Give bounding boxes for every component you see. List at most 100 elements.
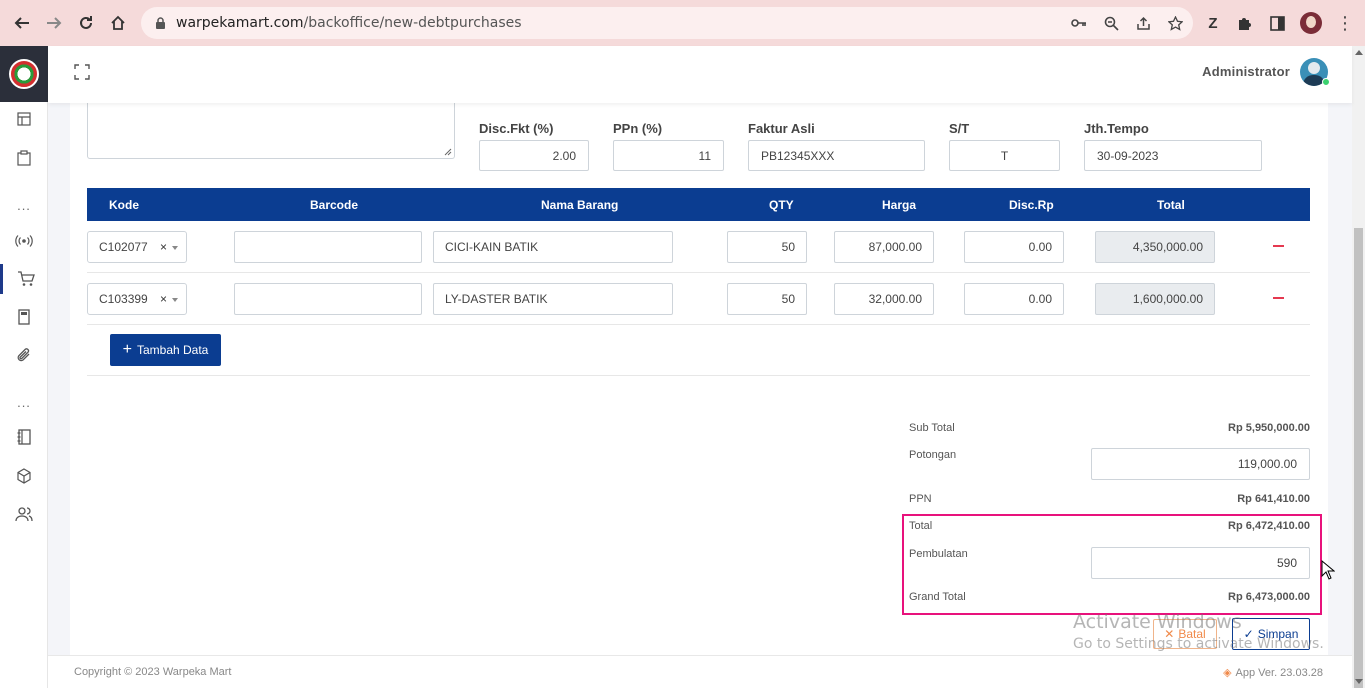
harga-input[interactable]: 87,000.00 (834, 231, 934, 263)
resize-grip-icon[interactable] (444, 148, 452, 156)
qty-input[interactable]: 50 (727, 231, 807, 263)
sidebar-section-dots-2: ... (17, 395, 31, 410)
remove-row-icon[interactable] (1273, 297, 1284, 299)
col-total: Total (1157, 198, 1185, 212)
app-version-text: App Ver. 23.03.28 (1235, 666, 1323, 679)
broadcast-icon[interactable] (0, 226, 48, 256)
disc-rp-input[interactable]: 0.00 (964, 283, 1064, 315)
total-input: 1,600,000.00 (1095, 283, 1215, 315)
kode-select[interactable]: C103399 × (87, 283, 187, 315)
bookmark-star-icon[interactable] (1167, 15, 1183, 31)
table-row: C103399 × LY-DASTER BATIK 50 32,000.00 0… (87, 273, 1310, 325)
app-version: ◈ App Ver. 23.03.28 (1223, 666, 1323, 680)
logo-container[interactable] (0, 46, 48, 102)
scroll-up-arrow-icon[interactable] (1355, 50, 1363, 55)
subtotal-value: Rp 5,950,000.00 (1228, 422, 1310, 434)
purchase-form-card: Disc.Fkt (%) 2.00 PPn (%) 11 Faktur Asli… (70, 103, 1328, 655)
pembulatan-input[interactable]: 590 (1091, 547, 1310, 579)
grand-total-value: Rp 6,473,000.00 (1228, 591, 1310, 603)
disc-rp-input[interactable]: 0.00 (964, 231, 1064, 263)
jth-tempo-label: Jth.Tempo (1084, 121, 1149, 136)
faktur-asli-input[interactable]: PB12345XXX (748, 140, 925, 171)
notebook-icon[interactable] (0, 422, 48, 452)
key-icon[interactable] (1071, 15, 1087, 31)
nama-barang-input[interactable]: LY-DASTER BATIK (433, 283, 673, 315)
add-row-label: Tambah Data (136, 343, 209, 357)
jth-tempo-input[interactable]: 30-09-2023 (1084, 140, 1262, 171)
remove-row-icon[interactable] (1273, 245, 1284, 247)
zotero-extension-icon[interactable]: Z (1204, 14, 1222, 32)
disc-fkt-input[interactable]: 2.00 (479, 140, 589, 171)
url-path: /backoffice/new-debtpurchases (303, 15, 522, 31)
copyright-text: Copyright © 2023 Warpeka Mart (74, 666, 232, 678)
chevron-down-icon[interactable] (172, 298, 178, 302)
sidebar: ... ... (0, 46, 48, 688)
potongan-input[interactable]: 119,000.00 (1091, 448, 1310, 480)
clear-icon[interactable]: × (160, 240, 167, 254)
forward-arrow-icon[interactable] (38, 7, 70, 39)
kode-value: C103399 (99, 292, 148, 306)
scroll-down-arrow-icon[interactable] (1355, 679, 1363, 684)
kode-select[interactable]: C102077 × (87, 231, 187, 263)
puzzle-extensions-icon[interactable] (1236, 14, 1254, 32)
ppn-total-label: PPN (909, 493, 932, 505)
col-barcode: Barcode (310, 198, 359, 212)
grand-total-label: Grand Total (909, 591, 966, 603)
harga-input[interactable]: 32,000.00 (834, 283, 934, 315)
ppn-label: PPn (%) (613, 121, 663, 136)
qty-input[interactable]: 50 (727, 283, 807, 315)
potongan-label: Potongan (909, 449, 957, 461)
col-nama-barang: Nama Barang (541, 198, 619, 212)
total-value: Rp 6,472,410.00 (1228, 520, 1310, 532)
layers-icon: ◈ (1223, 667, 1232, 679)
footer: Copyright © 2023 Warpeka Mart ◈ App Ver.… (48, 655, 1352, 688)
zoom-icon[interactable] (1103, 15, 1119, 31)
url-text: warpekamart.com/backoffice/new-debtpurch… (176, 15, 522, 31)
ppn-input[interactable]: 11 (613, 140, 724, 171)
pembulatan-label: Pembulatan (909, 548, 968, 560)
users-icon[interactable] (0, 499, 48, 529)
browser-menu-icon[interactable]: ⋮ (1336, 14, 1354, 32)
notes-textarea[interactable] (87, 103, 455, 159)
calculator-icon[interactable] (0, 302, 48, 332)
clear-icon[interactable]: × (160, 292, 167, 306)
clipboard-icon[interactable] (0, 143, 48, 173)
plus-icon: + (122, 340, 132, 358)
back-arrow-icon[interactable] (6, 7, 38, 39)
app-logo (9, 59, 39, 89)
scroll-thumb[interactable] (1354, 228, 1363, 688)
subtotal-label: Sub Total (909, 422, 955, 434)
divider (87, 375, 1310, 376)
online-status-dot (1322, 78, 1330, 86)
add-row-button[interactable]: + Tambah Data (110, 334, 221, 366)
activate-windows-subtitle: Go to Settings to activate Windows. (1073, 636, 1324, 652)
browser-toolbar: warpekamart.com/backoffice/new-debtpurch… (0, 0, 1365, 46)
kode-value: C102077 (99, 240, 148, 254)
home-icon[interactable] (102, 7, 134, 39)
top-header: Administrator (48, 46, 1352, 103)
share-icon[interactable] (1135, 15, 1151, 31)
box-icon[interactable] (0, 461, 48, 491)
barcode-input[interactable] (234, 231, 422, 263)
user-name[interactable]: Administrator (1202, 64, 1290, 79)
chevron-down-icon[interactable] (172, 246, 178, 250)
page-scrollbar[interactable] (1352, 46, 1365, 688)
nama-barang-input[interactable]: CICI-KAIN BATIK (433, 231, 673, 263)
lock-icon (156, 17, 165, 29)
paperclip-icon[interactable] (0, 340, 48, 370)
url-host: warpekamart.com (176, 15, 304, 31)
sidebar-section-dots: ... (17, 198, 31, 213)
col-disc-rp: Disc.Rp (1009, 198, 1054, 212)
side-panel-icon[interactable] (1268, 14, 1286, 32)
cart-icon[interactable] (0, 264, 48, 294)
st-label: S/T (949, 121, 970, 136)
reload-icon[interactable] (70, 7, 102, 39)
dashboard-icon[interactable] (0, 104, 48, 134)
barcode-input[interactable] (234, 283, 422, 315)
address-bar[interactable]: warpekamart.com/backoffice/new-debtpurch… (141, 7, 1193, 39)
fullscreen-icon[interactable] (74, 64, 90, 80)
profile-avatar[interactable] (1300, 12, 1322, 34)
st-input[interactable]: T (949, 140, 1060, 171)
total-input: 4,350,000.00 (1095, 231, 1215, 263)
total-label: Total (909, 520, 933, 532)
